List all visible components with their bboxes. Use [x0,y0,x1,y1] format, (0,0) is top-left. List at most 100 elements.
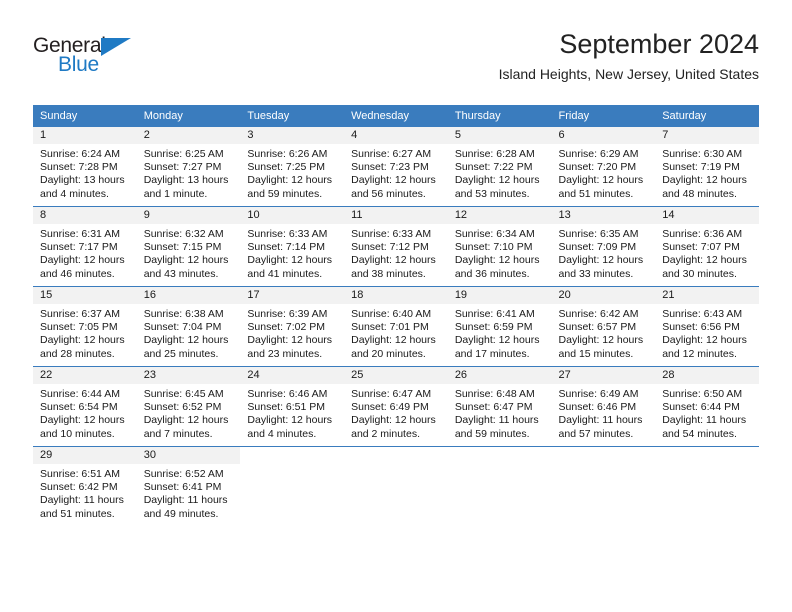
weekday-header-saturday: Saturday [655,105,759,127]
sunrise-text: Sunrise: 6:33 AM [351,228,432,240]
calendar-day-cell[interactable]: 9 Sunrise: 6:32 AM Sunset: 7:15 PM Daylight… [136,206,241,287]
day-number: 18 [344,287,448,304]
daylight-text-line2: and 23 minutes. [247,347,323,360]
calendar-day-cell[interactable]: 7 Sunrise: 6:30 AM Sunset: 7:19 PM Daylight… [655,127,759,207]
logo-text-blue: Blue [58,53,99,76]
calendar-day-cell[interactable]: 30 Sunrise: 6:52 AM Sunset: 6:41 PM Dayligh… [136,446,241,526]
daylight-text-line1: Daylight: 11 hours [558,414,643,427]
daylight-text-line1: Daylight: 12 hours [351,414,436,427]
general-blue-logo[interactable]: General Blue [33,34,153,80]
sunset-text: Sunset: 7:25 PM [247,161,326,174]
daylight-text-line1: Daylight: 12 hours [351,174,436,187]
day-number [655,447,759,464]
day-details: Sunrise: 6:30 AM Sunset: 7:19 PM Daylight:… [655,144,759,201]
daylight-text-line2: and 4 minutes. [247,427,317,440]
calendar-day-cell[interactable]: 22 Sunrise: 6:44 AM Sunset: 6:54 PM Dayligh… [33,366,137,447]
calendar-day-cell[interactable]: 19 Sunrise: 6:41 AM Sunset: 6:59 PM Dayligh… [447,286,552,367]
day-details: Sunrise: 6:32 AM Sunset: 7:15 PM Daylight:… [137,224,241,281]
calendar-day-cell[interactable]: 13 Sunrise: 6:35 AM Sunset: 7:09 PM Dayligh… [551,206,656,287]
day-number [448,447,552,464]
day-details: Sunrise: 6:35 AM Sunset: 7:09 PM Daylight:… [552,224,656,281]
daylight-text-line2: and 38 minutes. [351,267,426,280]
calendar-day-cell[interactable]: 2 Sunrise: 6:25 AM Sunset: 7:27 PM Daylight… [136,127,241,207]
calendar-day-cell[interactable]: 11 Sunrise: 6:33 AM Sunset: 7:12 PM Dayligh… [344,206,448,287]
daylight-text-line2: and 25 minutes. [143,347,219,360]
daylight-text-line2: and 36 minutes. [454,267,530,280]
daylight-text-line2: and 28 minutes. [40,347,115,360]
daylight-text-line2: and 1 minute. [143,187,208,200]
day-details: Sunrise: 6:26 AM Sunset: 7:25 PM Daylight:… [240,144,344,201]
day-details: Sunrise: 6:42 AM Sunset: 6:57 PM Daylight:… [552,304,656,361]
day-details: Sunrise: 6:25 AM Sunset: 7:27 PM Daylight:… [137,144,241,201]
calendar-day-cell[interactable]: 27 Sunrise: 6:49 AM Sunset: 6:46 PM Dayligh… [551,366,656,447]
day-details: Sunrise: 6:47 AM Sunset: 6:49 PM Daylight:… [344,384,448,441]
sunrise-text: Sunrise: 6:33 AM [247,228,328,240]
sunset-text: Sunset: 7:14 PM [247,241,326,254]
daylight-text-line1: Daylight: 12 hours [454,334,540,347]
sunset-text: Sunset: 6:46 PM [558,401,637,414]
calendar-day-cell[interactable]: 21 Sunrise: 6:43 AM Sunset: 6:56 PM Dayligh… [655,286,759,367]
daylight-text-line1: Daylight: 12 hours [454,174,540,187]
day-number: 16 [136,287,241,304]
weekday-header-monday: Monday [136,105,241,127]
calendar-day-cell[interactable]: 1 Sunrise: 6:24 AM Sunset: 7:28 PM Daylight… [33,127,137,207]
calendar-day-cell[interactable]: 20 Sunrise: 6:42 AM Sunset: 6:57 PM Dayligh… [551,286,656,367]
calendar-week-row: 8 Sunrise: 6:31 AM Sunset: 7:17 PM Daylight… [33,206,759,287]
daylight-text-line2: and 46 minutes. [40,267,115,280]
sunrise-text: Sunrise: 6:41 AM [454,308,535,320]
sunrise-text: Sunrise: 6:27 AM [351,148,432,160]
daylight-text-line2: and 43 minutes. [143,267,219,280]
weekday-header-wednesday: Wednesday [344,105,448,127]
sunrise-text: Sunrise: 6:42 AM [558,308,639,320]
page-header: General Blue September 2024 Island Heigh… [33,28,759,96]
daylight-text-line2: and 20 minutes. [351,347,426,360]
daylight-text-line2: and 30 minutes. [662,267,737,280]
daylight-text-line2: and 10 minutes. [40,427,115,440]
daylight-text-line1: Daylight: 12 hours [662,334,747,347]
calendar-day-cell[interactable]: 18 Sunrise: 6:40 AM Sunset: 7:01 PM Dayligh… [344,286,448,367]
daylight-text-line1: Daylight: 12 hours [351,254,436,267]
day-details: Sunrise: 6:29 AM Sunset: 7:20 PM Daylight:… [552,144,656,201]
sunrise-text: Sunrise: 6:50 AM [662,388,743,400]
calendar-day-cell[interactable]: 4 Sunrise: 6:27 AM Sunset: 7:23 PM Daylight… [344,127,448,207]
calendar-day-cell[interactable]: 10 Sunrise: 6:33 AM Sunset: 7:14 PM Dayligh… [240,206,345,287]
sunset-text: Sunset: 7:27 PM [143,161,222,174]
day-details: Sunrise: 6:40 AM Sunset: 7:01 PM Daylight:… [344,304,448,361]
sunset-text: Sunset: 6:51 PM [247,401,326,414]
calendar-cell-empty [447,446,552,526]
calendar-day-cell[interactable]: 23 Sunrise: 6:45 AM Sunset: 6:52 PM Dayligh… [136,366,241,447]
day-number: 29 [33,447,137,464]
daylight-text-line1: Daylight: 12 hours [247,414,333,427]
calendar-day-cell[interactable]: 12 Sunrise: 6:34 AM Sunset: 7:10 PM Dayligh… [447,206,552,287]
day-number: 9 [136,207,241,224]
calendar-day-cell[interactable]: 28 Sunrise: 6:50 AM Sunset: 6:44 PM Dayligh… [655,366,759,447]
daylight-text-line1: Daylight: 12 hours [40,414,125,427]
daylight-text-line2: and 48 minutes. [662,187,737,200]
calendar-day-cell[interactable]: 6 Sunrise: 6:29 AM Sunset: 7:20 PM Daylight… [551,127,656,207]
day-details: Sunrise: 6:46 AM Sunset: 6:51 PM Daylight:… [240,384,344,441]
daylight-text-line1: Daylight: 12 hours [351,334,436,347]
calendar-day-cell[interactable]: 8 Sunrise: 6:31 AM Sunset: 7:17 PM Daylight… [33,206,137,287]
calendar-day-cell[interactable]: 26 Sunrise: 6:48 AM Sunset: 6:47 PM Dayligh… [447,366,552,447]
sunset-text: Sunset: 7:22 PM [454,161,533,174]
calendar-day-cell[interactable]: 17 Sunrise: 6:39 AM Sunset: 7:02 PM Dayligh… [240,286,345,367]
day-details: Sunrise: 6:38 AM Sunset: 7:04 PM Daylight:… [137,304,241,361]
calendar-header-row: Sunday Monday Tuesday Wednesday Thursday… [33,105,759,127]
calendar-day-cell[interactable]: 16 Sunrise: 6:38 AM Sunset: 7:04 PM Dayligh… [136,286,241,367]
day-number: 1 [33,127,137,144]
calendar-day-cell[interactable]: 15 Sunrise: 6:37 AM Sunset: 7:05 PM Dayligh… [33,286,137,367]
sunrise-text: Sunrise: 6:34 AM [454,228,535,240]
calendar-day-cell[interactable]: 3 Sunrise: 6:26 AM Sunset: 7:25 PM Daylight… [240,127,345,207]
daylight-text-line2: and 54 minutes. [662,427,737,440]
calendar-day-cell[interactable]: 25 Sunrise: 6:47 AM Sunset: 6:49 PM Dayligh… [344,366,448,447]
daylight-text-line1: Daylight: 12 hours [454,254,540,267]
day-number: 20 [551,287,656,304]
calendar-day-cell[interactable]: 29 Sunrise: 6:51 AM Sunset: 6:42 PM Dayligh… [33,446,137,526]
daylight-text-line1: Daylight: 13 hours [143,174,229,187]
calendar-day-cell[interactable]: 5 Sunrise: 6:28 AM Sunset: 7:22 PM Daylight… [447,127,552,207]
day-number: 12 [447,207,552,224]
day-number: 2 [136,127,241,144]
calendar-day-cell[interactable]: 14 Sunrise: 6:36 AM Sunset: 7:07 PM Dayligh… [655,206,759,287]
calendar-day-cell[interactable]: 24 Sunrise: 6:46 AM Sunset: 6:51 PM Dayligh… [240,366,345,447]
calendar-cell-empty [655,446,759,526]
